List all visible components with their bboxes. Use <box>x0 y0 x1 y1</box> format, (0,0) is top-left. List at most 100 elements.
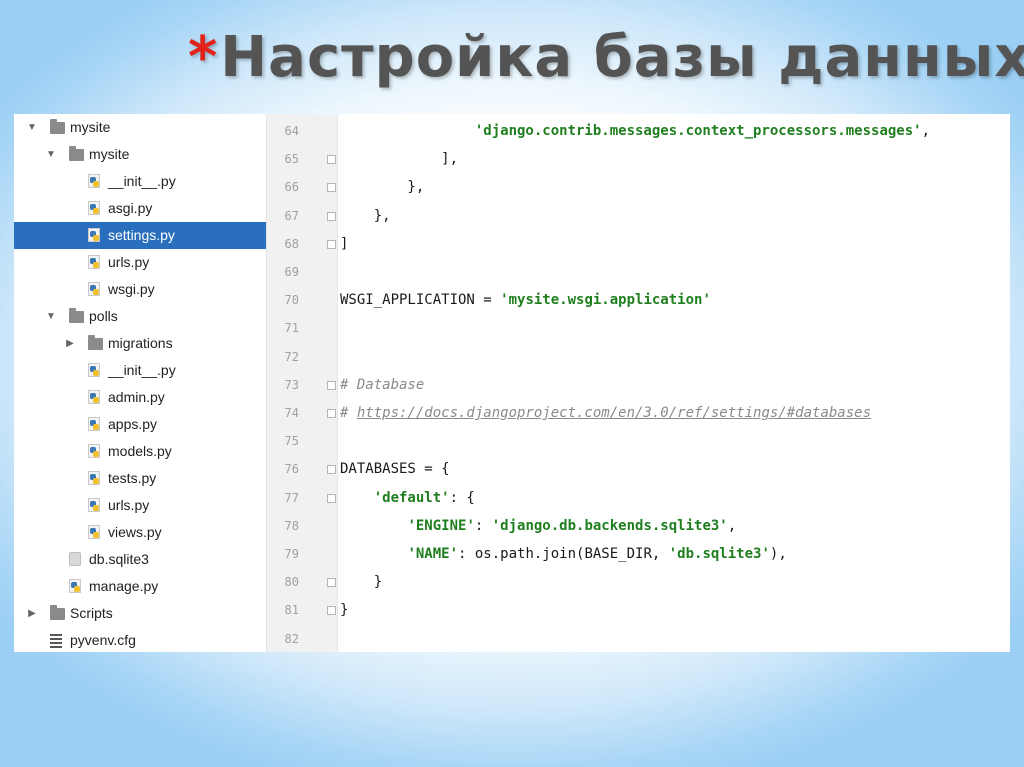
database-file-icon <box>69 552 81 566</box>
fold-marker-icon[interactable] <box>327 465 336 475</box>
tree-item-label: polls <box>89 308 118 324</box>
tree-item-urls-py[interactable]: urls.py <box>14 492 266 519</box>
folder-icon <box>50 605 65 620</box>
tree-item-label: settings.py <box>108 227 175 243</box>
tree-item-label: __init__.py <box>108 173 176 189</box>
python-file-icon <box>88 390 100 404</box>
code-line[interactable]: # Database <box>340 371 424 399</box>
line-number: 69 <box>284 265 299 279</box>
fold-marker-icon[interactable] <box>327 493 336 503</box>
tree-item-label: migrations <box>108 335 173 351</box>
code-line[interactable]: } <box>340 568 382 596</box>
line-number: 78 <box>284 518 299 533</box>
line-number: 80 <box>284 575 299 590</box>
tree-item-label: asgi.py <box>108 200 153 216</box>
line-number: 70 <box>284 293 299 308</box>
python-file-icon <box>88 525 100 539</box>
line-number: 77 <box>284 490 299 505</box>
line-number: 81 <box>284 603 299 618</box>
expand-arrow-icon[interactable]: ▶ <box>26 600 38 627</box>
code-line[interactable]: } <box>340 596 348 624</box>
tree-item-db-sqlite3[interactable]: db.sqlite3 <box>14 546 266 573</box>
code-line[interactable]: ], <box>340 145 458 173</box>
title-star: * <box>188 25 219 90</box>
fold-marker-icon[interactable] <box>327 211 336 221</box>
fold-marker-icon[interactable] <box>327 409 336 418</box>
tree-item-label: pyvenv.cfg <box>70 632 136 648</box>
tree-item-migrations[interactable]: ▶ migrations <box>14 330 266 357</box>
code-line[interactable]: 'NAME': os.path.join(BASE_DIR, 'db.sqlit… <box>340 540 786 568</box>
python-file-icon <box>88 201 100 215</box>
folder-icon <box>69 146 84 161</box>
tree-item-apps-py[interactable]: apps.py <box>14 411 266 438</box>
code-line[interactable]: }, <box>340 173 424 201</box>
tree-item-admin-py[interactable]: admin.py <box>14 384 266 411</box>
collapse-arrow-icon[interactable]: ▼ <box>45 141 57 168</box>
slide-title: *Настройка базы данных <box>188 18 1024 98</box>
code-line[interactable]: 'ENGINE': 'django.db.backends.sqlite3', <box>340 512 736 540</box>
ide-window: ▼ mysite ▼ mysite __init__.py asgi.py settings… <box>14 114 1010 652</box>
tree-item-label: mysite <box>70 119 111 135</box>
code-line[interactable]: 'default': { <box>340 484 475 512</box>
python-file-icon <box>88 228 100 242</box>
python-file-icon <box>88 498 100 512</box>
code-line[interactable]: }, <box>340 202 391 230</box>
python-file-icon <box>88 471 100 485</box>
collapse-arrow-icon[interactable]: ▼ <box>26 114 38 141</box>
python-file-icon <box>88 444 100 458</box>
tree-item-scripts[interactable]: ▶ Scripts <box>14 600 266 627</box>
tree-item-pyvenv-cfg[interactable]: pyvenv.cfg <box>14 627 266 652</box>
tree-item-label: urls.py <box>108 497 150 513</box>
tree-item-mysite[interactable]: ▼ mysite <box>14 141 266 168</box>
tree-item-models-py[interactable]: models.py <box>14 438 266 465</box>
line-number: 74 <box>284 406 299 420</box>
tree-item-manage-py[interactable]: manage.py <box>14 573 266 600</box>
tree-item-urls-py[interactable]: urls.py <box>14 249 266 276</box>
tree-item--init-py[interactable]: __init__.py <box>14 357 266 384</box>
fold-marker-icon[interactable] <box>327 155 336 165</box>
collapse-arrow-icon[interactable]: ▼ <box>45 303 57 330</box>
code-line[interactable]: ] <box>340 230 348 258</box>
fold-marker-icon[interactable] <box>327 606 336 616</box>
tree-item--init-py[interactable]: __init__.py <box>14 168 266 195</box>
code-line[interactable]: 'django.contrib.messages.context_process… <box>340 117 930 145</box>
tree-item-label: models.py <box>108 443 172 459</box>
tree-item-label: mysite <box>89 146 130 162</box>
fold-marker-icon[interactable] <box>327 380 336 390</box>
python-file-icon <box>88 174 100 188</box>
tree-item-label: apps.py <box>108 416 158 432</box>
tree-item-label: wsgi.py <box>108 281 155 297</box>
tree-item-label: views.py <box>108 524 162 540</box>
line-number: 64 <box>284 124 299 138</box>
project-tree: ▼ mysite ▼ mysite __init__.py asgi.py settings… <box>14 114 267 652</box>
tree-item-settings-py[interactable]: settings.py <box>14 222 266 249</box>
line-number: 67 <box>284 208 299 223</box>
code-line[interactable]: # https://docs.djangoproject.com/en/3.0/… <box>340 399 871 427</box>
tree-item-mysite[interactable]: ▼ mysite <box>14 114 266 141</box>
code-line[interactable]: WSGI_APPLICATION = 'mysite.wsgi.applicat… <box>340 286 711 314</box>
tree-item-label: urls.py <box>108 254 150 270</box>
code-editor[interactable]: 'django.contrib.messages.context_process… <box>340 114 1010 652</box>
tree-item-label: tests.py <box>108 470 157 486</box>
fold-marker-icon[interactable] <box>327 183 336 193</box>
python-file-icon <box>88 282 100 296</box>
line-number: 66 <box>284 180 299 195</box>
folder-icon <box>69 308 84 323</box>
python-file-icon <box>69 579 81 593</box>
line-number: 65 <box>284 152 299 167</box>
line-number: 72 <box>284 349 299 364</box>
expand-arrow-icon[interactable]: ▶ <box>64 330 76 357</box>
line-number: 68 <box>284 236 299 251</box>
folder-icon <box>88 335 103 350</box>
fold-marker-icon[interactable] <box>327 239 336 249</box>
tree-item-views-py[interactable]: views.py <box>14 519 266 546</box>
python-file-icon <box>88 363 100 377</box>
tree-item-asgi-py[interactable]: asgi.py <box>14 195 266 222</box>
tree-item-label: Scripts <box>70 605 113 621</box>
tree-item-tests-py[interactable]: tests.py <box>14 465 266 492</box>
tree-item-polls[interactable]: ▼ polls <box>14 303 266 330</box>
tree-item-label: admin.py <box>108 389 165 405</box>
tree-item-wsgi-py[interactable]: wsgi.py <box>14 276 266 303</box>
code-line[interactable]: DATABASES = { <box>340 455 450 483</box>
fold-marker-icon[interactable] <box>327 578 336 588</box>
